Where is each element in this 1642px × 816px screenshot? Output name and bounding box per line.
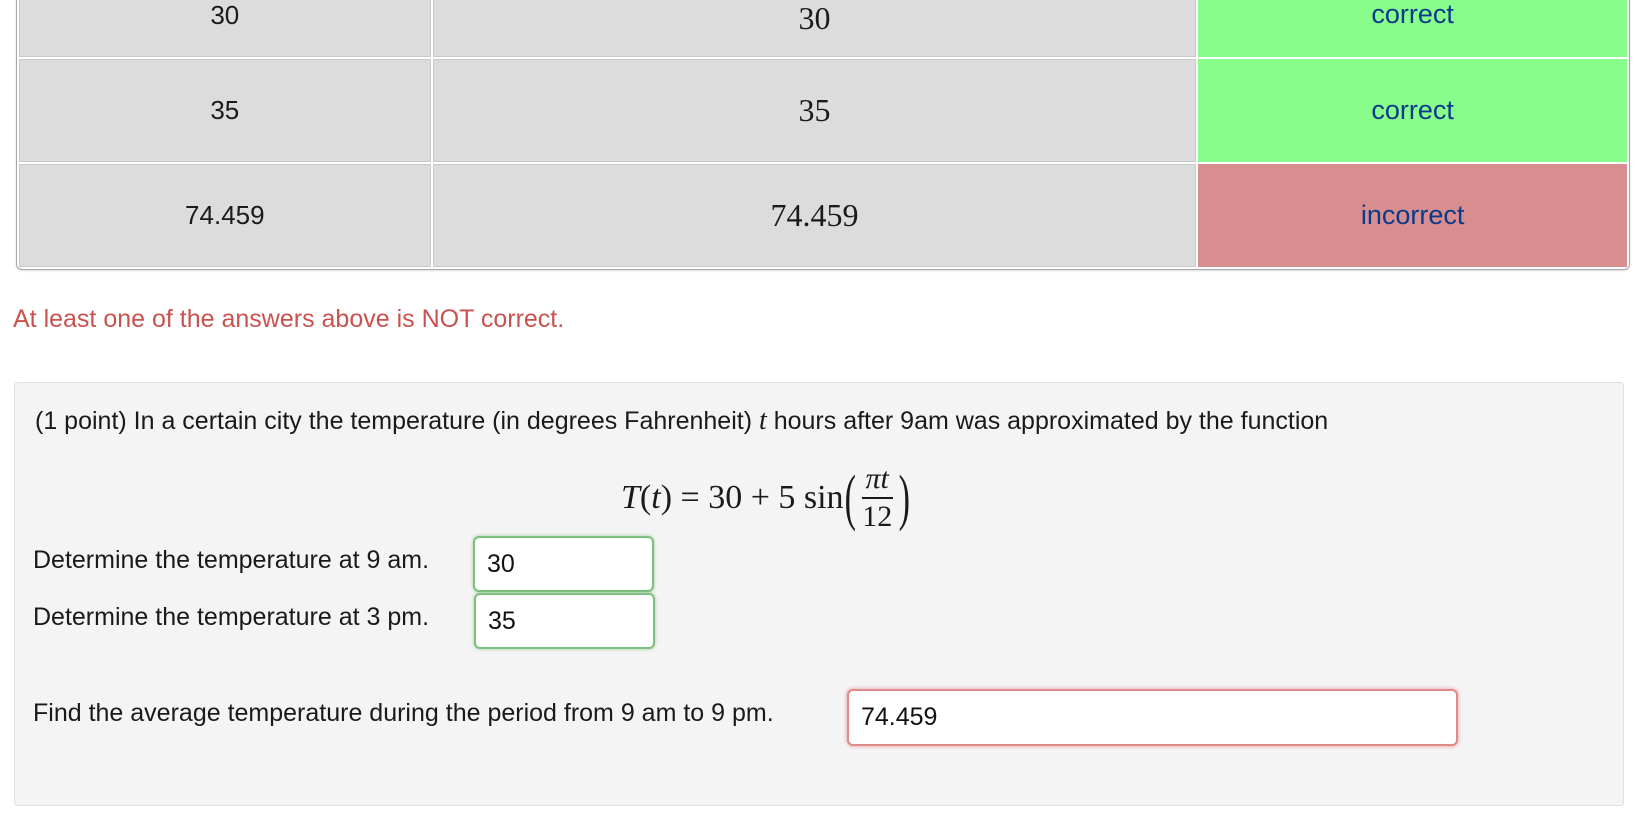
question-label-average: Find the average temperature during the … bbox=[33, 699, 774, 727]
left-paren-glyph: ( bbox=[844, 464, 856, 532]
entered-cell: 35 bbox=[19, 59, 431, 162]
answer-input-average[interactable] bbox=[847, 689, 1458, 746]
formula-close-paren: ) bbox=[660, 479, 673, 516]
preview-cell: 35 bbox=[432, 59, 1197, 162]
entered-cell: 74.459 bbox=[19, 164, 431, 267]
results-row: 74.459 74.459 incorrect bbox=[19, 164, 1627, 267]
question-label-9am: Determine the temperature at 9 am. bbox=[33, 546, 430, 574]
answer-input-9am[interactable] bbox=[473, 536, 654, 592]
fraction-denominator: 12 bbox=[862, 500, 893, 533]
preview-cell: 74.459 bbox=[432, 164, 1197, 267]
results-row: 30 30 correct bbox=[19, 0, 1627, 57]
page: 30 30 correct 35 35 correct 74.459 74.45… bbox=[0, 0, 1642, 816]
status-cell: incorrect bbox=[1198, 164, 1627, 267]
problem-box: (1 point) In a certain city the temperat… bbox=[14, 382, 1624, 806]
problem-intro-before: (1 point) In a certain city the temperat… bbox=[35, 407, 759, 435]
formula-rhs: = 30 + 5 sin bbox=[672, 479, 844, 516]
results-row: 35 35 correct bbox=[19, 59, 1627, 162]
right-paren-glyph: ) bbox=[898, 464, 911, 532]
problem-variable: t bbox=[758, 405, 767, 436]
temperature-formula: T(t) = 30 + 5 sin(πt 12) bbox=[621, 463, 911, 533]
fraction-numerator: πt bbox=[861, 464, 893, 499]
formula-open-paren: ( bbox=[639, 479, 652, 516]
preview-cell: 30 bbox=[432, 0, 1197, 57]
question-label-3pm: Determine the temperature at 3 pm. bbox=[33, 603, 430, 631]
entered-cell: 30 bbox=[19, 0, 431, 57]
answer-input-3pm[interactable] bbox=[474, 593, 655, 649]
problem-intro-after: hours after 9am was approximated by the … bbox=[766, 407, 1329, 435]
status-cell: correct bbox=[1198, 59, 1627, 162]
formula-function: T bbox=[621, 479, 640, 516]
results-table: 30 30 correct 35 35 correct 74.459 74.45… bbox=[16, 0, 1630, 270]
formula-fraction: πt 12 bbox=[858, 464, 896, 532]
formula-variable: t bbox=[651, 479, 661, 516]
problem-statement: (1 point) In a certain city the temperat… bbox=[35, 405, 1328, 437]
summary-message: At least one of the answers above is NOT… bbox=[13, 305, 565, 333]
status-cell: correct bbox=[1198, 0, 1627, 57]
